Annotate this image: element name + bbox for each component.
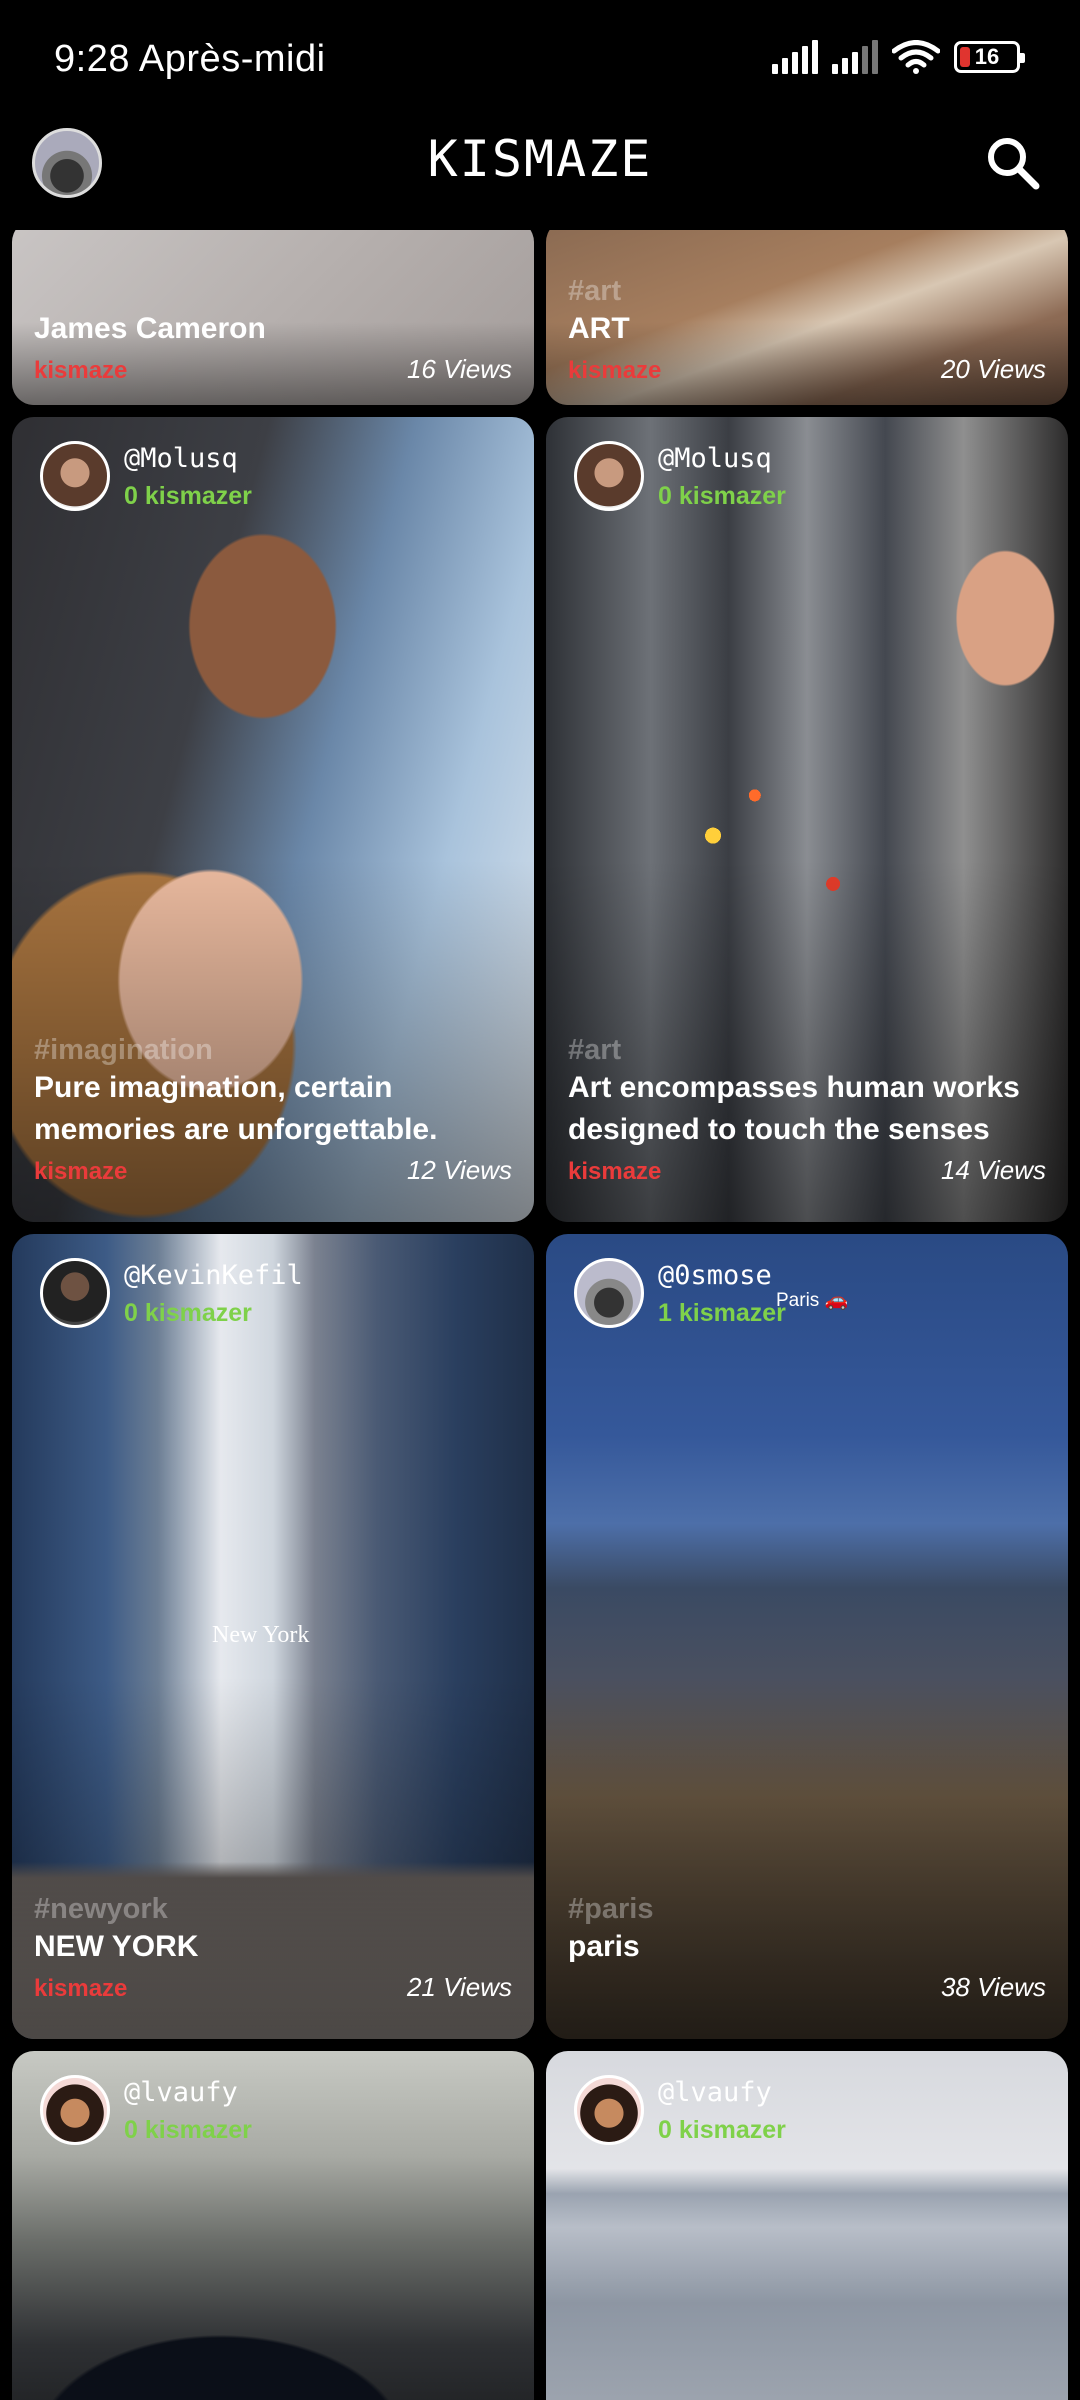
location-label: Paris 🚗 [776,1290,849,1311]
view-count: 21 Views [406,1972,512,2002]
search-icon[interactable] [982,132,1044,194]
author-avatar[interactable] [574,441,644,511]
card-caption: Pure imagination, certain memories are u… [34,1071,438,1146]
feed-card[interactable]: @0smose 1 kismazer Paris 🚗 #paris paris … [546,1234,1068,2039]
app-header: KISMAZE [0,120,1080,230]
location-label: New York [212,1622,310,1648]
author-avatar[interactable] [574,2075,644,2145]
status-bar: 9:28 Après-midi 16 [0,0,1080,120]
signal-icon [772,40,818,74]
kismazer-count: 0 kismazer [124,1299,252,1327]
hashtag: #imagination [34,1034,213,1066]
card-author[interactable]: @lvaufy 0 kismazer [574,2075,786,2145]
feed-card[interactable]: @Molusq 0 kismazer #art Art encompasses … [546,417,1068,1222]
author-avatar[interactable] [574,1258,644,1328]
author-avatar[interactable] [40,2075,110,2145]
card-author[interactable]: @lvaufy 0 kismazer [40,2075,252,2145]
view-count: 16 Views [406,354,512,384]
brand-label: kismaze [34,357,128,384]
kismazer-count: 0 kismazer [124,2116,252,2144]
card-author[interactable]: @0smose 1 kismazer [574,1258,786,1328]
card-caption: paris [568,1930,640,1963]
feed-card[interactable]: @lvaufy 0 kismazer [546,2051,1068,2400]
author-handle[interactable]: @Molusq [658,443,786,474]
author-avatar[interactable] [40,1258,110,1328]
card-caption: NEW YORK [34,1930,199,1963]
author-handle[interactable]: @lvaufy [658,2077,786,2108]
hashtag: #newyork [34,1893,168,1925]
kismazer-count: 0 kismazer [658,2116,786,2144]
brand-label: kismaze [34,1975,128,2002]
kismazer-count: 1 kismazer [658,1299,786,1327]
author-avatar[interactable] [40,441,110,511]
kismazer-count: 0 kismazer [658,482,786,510]
feed-card[interactable]: #art ART kismaze 20 Views [546,230,1068,405]
status-time: 9:28 Après-midi [54,38,326,80]
app-title: KISMAZE [427,130,653,188]
hashtag: #art [568,275,622,307]
view-count: 14 Views [940,1155,1046,1185]
wifi-icon [892,40,940,74]
feed-card[interactable]: James Cameron kismaze 16 Views [12,230,534,405]
card-author[interactable]: @Molusq 0 kismazer [40,441,252,511]
card-author[interactable]: @Molusq 0 kismazer [574,441,786,511]
brand-label: kismaze [34,1158,128,1185]
feed-card[interactable]: @KevinKefil 0 kismazer New York #newyork… [12,1234,534,2039]
card-caption: James Cameron [34,312,266,345]
card-caption: ART [568,312,630,345]
view-count: 38 Views [940,1972,1046,2002]
feed-card[interactable]: @lvaufy 0 kismazer [12,2051,534,2400]
hashtag: #art [568,1034,622,1066]
card-author[interactable]: @KevinKefil 0 kismazer [40,1258,303,1328]
author-handle[interactable]: @KevinKefil [124,1260,303,1291]
author-handle[interactable]: @0smose [658,1260,786,1291]
author-handle[interactable]: @lvaufy [124,2077,252,2108]
view-count: 20 Views [940,354,1046,384]
battery-icon: 16 [954,41,1025,73]
status-icons: 16 [772,40,1025,74]
signal-icon [832,40,878,74]
brand-label: kismaze [568,1158,662,1185]
brand-label: kismaze [568,357,662,384]
hashtag: #paris [568,1893,654,1925]
video-feed[interactable]: James Cameron kismaze 16 Views #art ART … [0,230,1080,2400]
battery-level: 16 [974,44,1000,69]
author-handle[interactable]: @Molusq [124,443,252,474]
card-caption: Art encompasses human works designed to … [568,1071,1020,1146]
feed-card[interactable]: @Molusq 0 kismazer #imagination Pure ima… [12,417,534,1222]
view-count: 12 Views [406,1155,512,1185]
kismazer-count: 0 kismazer [124,482,252,510]
